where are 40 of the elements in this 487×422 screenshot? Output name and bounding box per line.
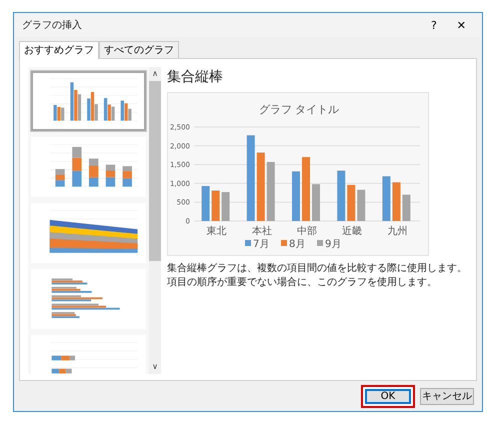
chart-thumbnail[interactable] (31, 269, 146, 329)
chart-bar (212, 190, 220, 221)
scrollbar[interactable]: ∧ ∨ (149, 67, 161, 374)
chart-bar (292, 171, 300, 221)
chart-bar (302, 157, 310, 221)
chart-thumbnail[interactable] (31, 71, 146, 131)
category-label: 本社 (252, 226, 272, 237)
chart-bar (202, 186, 210, 221)
close-button[interactable]: ✕ (446, 20, 476, 30)
tab[interactable]: すべてのグラフ (99, 41, 179, 59)
chart-bar (382, 176, 390, 221)
dialog-button[interactable]: キャンセル (420, 388, 474, 404)
legend-label: 8月 (289, 239, 306, 250)
scrollbar-thumb[interactable] (149, 81, 161, 261)
category-label: 近畿 (342, 226, 362, 237)
legend-label: 7月 (253, 239, 270, 250)
category-label: 東北 (206, 226, 227, 237)
chart-bar (347, 184, 356, 221)
chart-bar (357, 190, 366, 221)
category-label: 中部 (297, 226, 317, 237)
chart-bar (312, 184, 320, 221)
category-label: 九州 (387, 226, 408, 237)
chart-bar (222, 192, 230, 221)
chart-bar (392, 182, 400, 221)
legend-label: 9月 (325, 239, 342, 250)
chart-thumbnail[interactable] (31, 137, 146, 197)
chart-type-heading: 集合縦棒 (167, 68, 224, 87)
chart-bar (402, 194, 410, 221)
dialog-button[interactable]: OK (361, 384, 415, 408)
chart-thumbnail[interactable] (31, 203, 146, 263)
window-title: グラフの挿入 (22, 18, 83, 32)
chart-title: グラフ タイトル (258, 103, 340, 116)
chart-bar (266, 162, 275, 221)
chart-bar (256, 152, 265, 221)
chart-bar (337, 170, 346, 221)
help-button[interactable]: ? (420, 20, 447, 30)
scroll-down-button[interactable]: ∨ (152, 360, 158, 374)
tab[interactable]: おすすめグラフ (19, 41, 99, 59)
scroll-up-button[interactable]: ∧ (152, 67, 158, 81)
description-text: 集合縦棒グラフは、複数の項目間の値を比較する際に使用します。項目の順序が重要でない場合に、このグラフを使用します。 (167, 262, 468, 289)
